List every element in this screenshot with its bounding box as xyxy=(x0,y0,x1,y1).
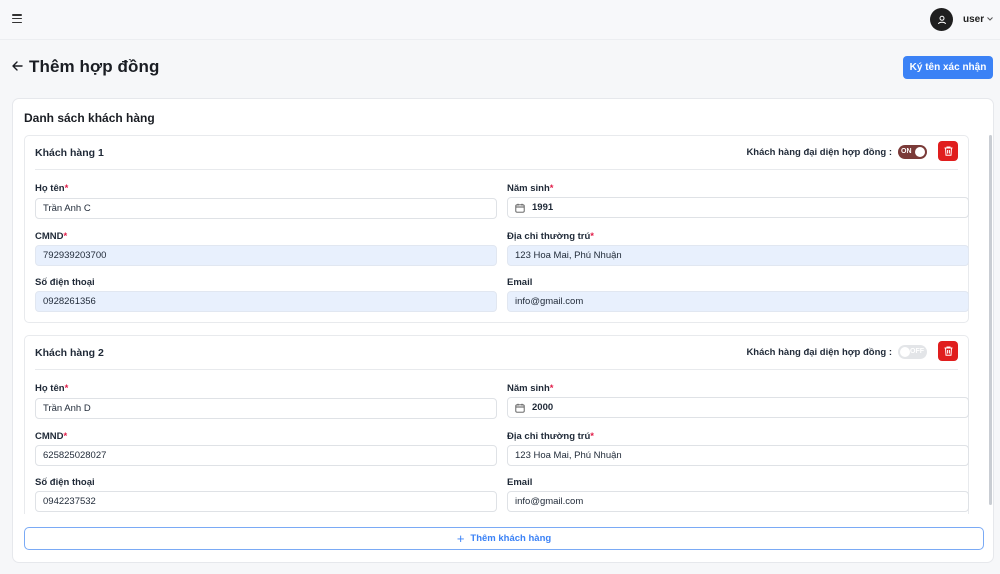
add-customer-label: Thêm khách hàng xyxy=(470,533,552,544)
delete-customer-button[interactable] xyxy=(938,141,958,161)
customer-card-2: Khách hàng 2 Khách hàng đại diện hợp đồn… xyxy=(24,335,969,514)
add-customer-button[interactable]: + Thêm khách hàng xyxy=(24,527,984,550)
toggle-knob xyxy=(915,147,925,157)
trash-icon xyxy=(944,346,952,356)
email-label: Email xyxy=(507,477,533,488)
customer-header: Khách hàng 1 Khách hàng đại diện hợp đồn… xyxy=(35,136,958,170)
address-label: Địa chỉ thường trú* xyxy=(507,231,594,242)
id-number-label: CMND* xyxy=(35,231,68,242)
birth-year-input[interactable]: 2000 xyxy=(507,397,969,418)
menu-icon[interactable] xyxy=(12,14,22,24)
name-input[interactable]: Trần Anh C xyxy=(35,198,497,219)
plus-icon: + xyxy=(456,531,465,546)
toggle-state: OFF xyxy=(910,348,924,355)
toggle-state: ON xyxy=(901,148,912,155)
birth-year-label: Năm sinh* xyxy=(507,183,554,194)
id-number-input[interactable]: 625825028027 xyxy=(35,445,497,466)
email-label: Email xyxy=(507,277,533,288)
username[interactable]: user xyxy=(963,14,984,25)
birth-year-label: Năm sinh* xyxy=(507,383,554,394)
customer-card-1: Khách hàng 1 Khách hàng đại diện hợp đồn… xyxy=(24,135,969,323)
representative-label: Khách hàng đại diện hợp đồng : xyxy=(746,347,892,358)
card-title: Danh sách khách hàng xyxy=(24,111,155,125)
birth-year-value: 1991 xyxy=(532,202,554,213)
arrow-left-icon[interactable] xyxy=(12,61,23,71)
birth-year-input[interactable]: 1991 xyxy=(507,197,969,218)
calendar-icon xyxy=(515,203,525,213)
calendar-icon xyxy=(515,403,525,413)
customer-list-scroll[interactable]: Khách hàng 1 Khách hàng đại diện hợp đồn… xyxy=(23,135,985,514)
chevron-down-icon[interactable] xyxy=(987,17,993,21)
phone-input[interactable]: 0928261356 xyxy=(35,291,497,312)
address-input[interactable]: 123 Hoa Mai, Phú Nhuận xyxy=(507,245,969,266)
representative-toggle[interactable]: OFF xyxy=(898,345,927,359)
name-label: Họ tên* xyxy=(35,383,69,394)
delete-customer-button[interactable] xyxy=(938,341,958,361)
top-bar: user xyxy=(0,0,1000,40)
representative-label: Khách hàng đại diện hợp đồng : xyxy=(746,147,892,158)
phone-label: Số điện thoại xyxy=(35,277,95,288)
phone-input[interactable]: 0942237532 xyxy=(35,491,497,512)
name-label: Họ tên* xyxy=(35,183,69,194)
customer-title: Khách hàng 2 xyxy=(35,347,104,359)
email-input[interactable]: info@gmail.com xyxy=(507,291,969,312)
sign-confirm-button[interactable]: Ký tên xác nhận xyxy=(903,56,993,79)
address-input[interactable]: 123 Hoa Mai, Phú Nhuận xyxy=(507,445,969,466)
avatar[interactable] xyxy=(930,8,953,31)
id-number-label: CMND* xyxy=(35,431,68,442)
name-input[interactable]: Trần Anh D xyxy=(35,398,497,419)
customer-list-card: Danh sách khách hàng Khách hàng 1 Khách … xyxy=(12,98,994,563)
representative-toggle[interactable]: ON xyxy=(898,145,927,159)
trash-icon xyxy=(944,146,952,156)
page-title: Thêm hợp đồng xyxy=(29,57,160,76)
toggle-knob xyxy=(900,347,910,357)
scrollbar[interactable] xyxy=(989,135,992,505)
user-icon xyxy=(937,15,946,24)
email-input[interactable]: info@gmail.com xyxy=(507,491,969,512)
birth-year-value: 2000 xyxy=(532,402,554,413)
customer-header: Khách hàng 2 Khách hàng đại diện hợp đồn… xyxy=(35,336,958,370)
id-number-input[interactable]: 792939203700 xyxy=(35,245,497,266)
phone-label: Số điện thoại xyxy=(35,477,95,488)
address-label: Địa chỉ thường trú* xyxy=(507,431,594,442)
customer-title: Khách hàng 1 xyxy=(35,147,104,159)
